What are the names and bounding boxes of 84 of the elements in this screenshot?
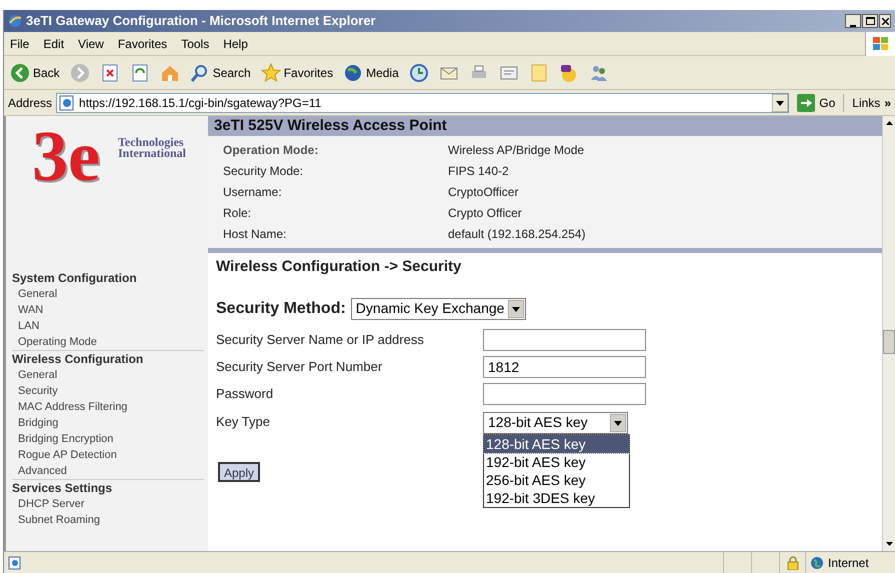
stop-icon <box>100 62 120 82</box>
info-label: Role: <box>223 204 252 222</box>
media-icon <box>343 62 364 82</box>
sidebar-item[interactable]: Advanced <box>12 463 204 479</box>
apply-button[interactable]: Apply <box>218 462 260 482</box>
security-method-label: Security Method: <box>216 298 346 318</box>
company-logo: 3e Technologies International <box>31 116 188 198</box>
info-label: Username: <box>223 184 283 200</box>
sidebar-item[interactable]: Security <box>12 383 204 399</box>
minimize-icon <box>850 25 856 27</box>
field-label: Key Type <box>216 412 271 431</box>
sidebar-heading[interactable]: Wireless Configuration <box>12 350 204 367</box>
windows-flag-icon <box>872 36 890 52</box>
section-title: Wireless Configuration -> Security <box>216 257 462 277</box>
sidebar-item[interactable]: MAC Address Filtering <box>12 399 204 415</box>
text-field[interactable] <box>483 329 646 351</box>
maximize-button[interactable] <box>862 14 878 28</box>
scroll-thumb[interactable] <box>883 330 895 354</box>
dropdown-option[interactable]: 256-bit AES key <box>484 471 629 489</box>
menu-item[interactable]: Favorites <box>118 34 168 52</box>
sidebar-heading[interactable]: System Configuration <box>12 270 204 286</box>
sidebar-item[interactable]: Operating Mode <box>12 334 204 350</box>
page-icon <box>8 556 22 570</box>
security-method-select[interactable]: Dynamic Key Exchange <box>350 298 526 320</box>
page-header: 3eTI 525V Wireless Access Point <box>208 116 882 136</box>
sidebar-item[interactable]: WAN <box>12 302 204 318</box>
close-icon <box>882 18 888 24</box>
info-value: Wireless AP/Bridge Mode <box>448 142 584 158</box>
sidebar-item[interactable]: DHCP Server <box>12 496 204 512</box>
sidebar-heading[interactable]: Services Settings <box>12 479 204 496</box>
note-icon <box>528 62 549 82</box>
close-button[interactable] <box>879 14 891 28</box>
menu-item[interactable]: File <box>10 34 30 52</box>
search-button[interactable]: Search <box>188 58 253 86</box>
address-field[interactable]: https://192.168.15.1/cgi-bin/sgateway?PG=11 <box>56 92 790 112</box>
info-label: Security Mode: <box>223 162 304 180</box>
menu-item[interactable]: Help <box>223 34 248 52</box>
globe-icon <box>810 556 824 570</box>
zone-label: Internet <box>828 554 869 572</box>
sidebar-item[interactable]: Rogue AP Detection <box>12 447 204 463</box>
text-field[interactable]: 1812 <box>483 356 646 378</box>
sidebar-item[interactable]: Subnet Roaming <box>12 512 204 528</box>
dropdown-option[interactable]: 192-bit AES key <box>484 453 629 471</box>
media-button[interactable]: Media <box>341 58 401 86</box>
refresh-icon <box>130 62 150 82</box>
sidebar-item[interactable]: General <box>12 367 204 383</box>
menu-item[interactable]: Tools <box>181 34 210 52</box>
dropdown-arrow-icon[interactable] <box>772 94 788 112</box>
sidebar-item[interactable]: Bridging <box>12 415 204 431</box>
star-icon <box>260 62 281 82</box>
window-title: 3eTI Gateway Configuration - Microsoft Internet Explorer <box>26 12 376 30</box>
field-label: Security Server Name or IP address <box>216 331 425 350</box>
dropdown-option[interactable]: 192-bit 3DES key <box>484 489 629 507</box>
smiley-icon <box>558 62 579 82</box>
field-label: Security Server Port Number <box>216 358 384 376</box>
sidebar-item[interactable]: LAN <box>12 318 204 334</box>
favorites-button[interactable]: Favorites <box>258 58 336 86</box>
search-icon <box>190 62 210 82</box>
sidebar-item[interactable]: General <box>12 286 204 302</box>
maximize-icon <box>866 17 874 25</box>
dropdown-arrow-icon <box>610 414 626 432</box>
dropdown-option[interactable]: 128-bit AES key <box>484 435 629 453</box>
key-type-select[interactable]: 128-bit AES key <box>483 412 628 434</box>
back-button[interactable]: Back <box>8 58 62 86</box>
menu-item[interactable]: Edit <box>43 34 64 52</box>
info-value: FIPS 140-2 <box>448 162 509 180</box>
field-label: Password <box>216 385 274 404</box>
page-icon <box>59 94 76 110</box>
chevron-icon[interactable]: » <box>884 94 891 112</box>
links-button[interactable]: Links <box>852 94 880 112</box>
info-label: Operation Mode: <box>223 142 320 158</box>
info-value: CryptoOfficer <box>448 184 518 200</box>
address-label: Address <box>8 94 52 112</box>
dropdown-arrow-icon <box>508 300 524 318</box>
sidebar-item[interactable]: Bridging Encryption <box>12 431 204 447</box>
clock-icon <box>408 62 429 82</box>
info-value: default (192.168.254.254) <box>448 226 586 242</box>
go-button[interactable]: Go <box>793 94 840 112</box>
info-value: Crypto Officer <box>448 204 522 222</box>
browser-icon <box>8 14 22 28</box>
text-field[interactable] <box>483 383 646 405</box>
minimize-button[interactable] <box>845 14 861 28</box>
menu-item[interactable]: View <box>78 34 104 52</box>
info-label: Host Name: <box>223 226 288 242</box>
